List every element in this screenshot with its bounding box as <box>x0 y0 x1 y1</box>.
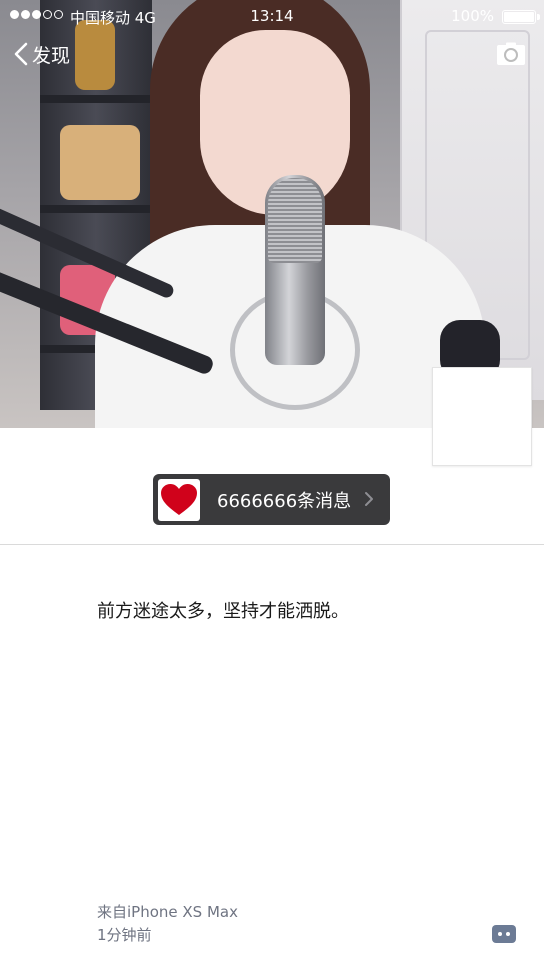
shelf-board <box>40 205 152 213</box>
post-time: 1分钟前 <box>97 926 152 944</box>
microphone-grill-decor <box>268 178 322 263</box>
chevron-left-icon <box>14 42 28 66</box>
back-label: 发现 <box>32 44 71 67</box>
section-divider <box>0 544 544 545</box>
post-source: 来自iPhone XS Max <box>97 903 238 921</box>
avatar[interactable] <box>432 367 532 466</box>
post-text: 前方迷途太多，坚持才能洒脱。 <box>97 601 349 622</box>
chevron-right-icon <box>365 492 373 506</box>
heart-icon <box>161 483 197 515</box>
battery-percent: 100% <box>451 7 494 25</box>
new-messages-button[interactable]: 6666666条消息 <box>153 474 390 525</box>
cover-photo[interactable] <box>0 0 544 428</box>
battery-level <box>504 12 534 22</box>
new-messages-label: 6666666条消息 <box>217 490 352 512</box>
message-avatar <box>158 478 200 521</box>
status-bar: 中国移动 4G 13:14 100% <box>0 0 544 34</box>
battery-icon <box>502 10 536 24</box>
shelf-board <box>40 95 152 103</box>
battery-cap <box>537 14 540 20</box>
figurine-decor <box>60 125 140 200</box>
camera-icon[interactable] <box>496 42 526 66</box>
comment-icon[interactable] <box>491 924 517 944</box>
back-button[interactable]: 发现 <box>12 38 70 70</box>
